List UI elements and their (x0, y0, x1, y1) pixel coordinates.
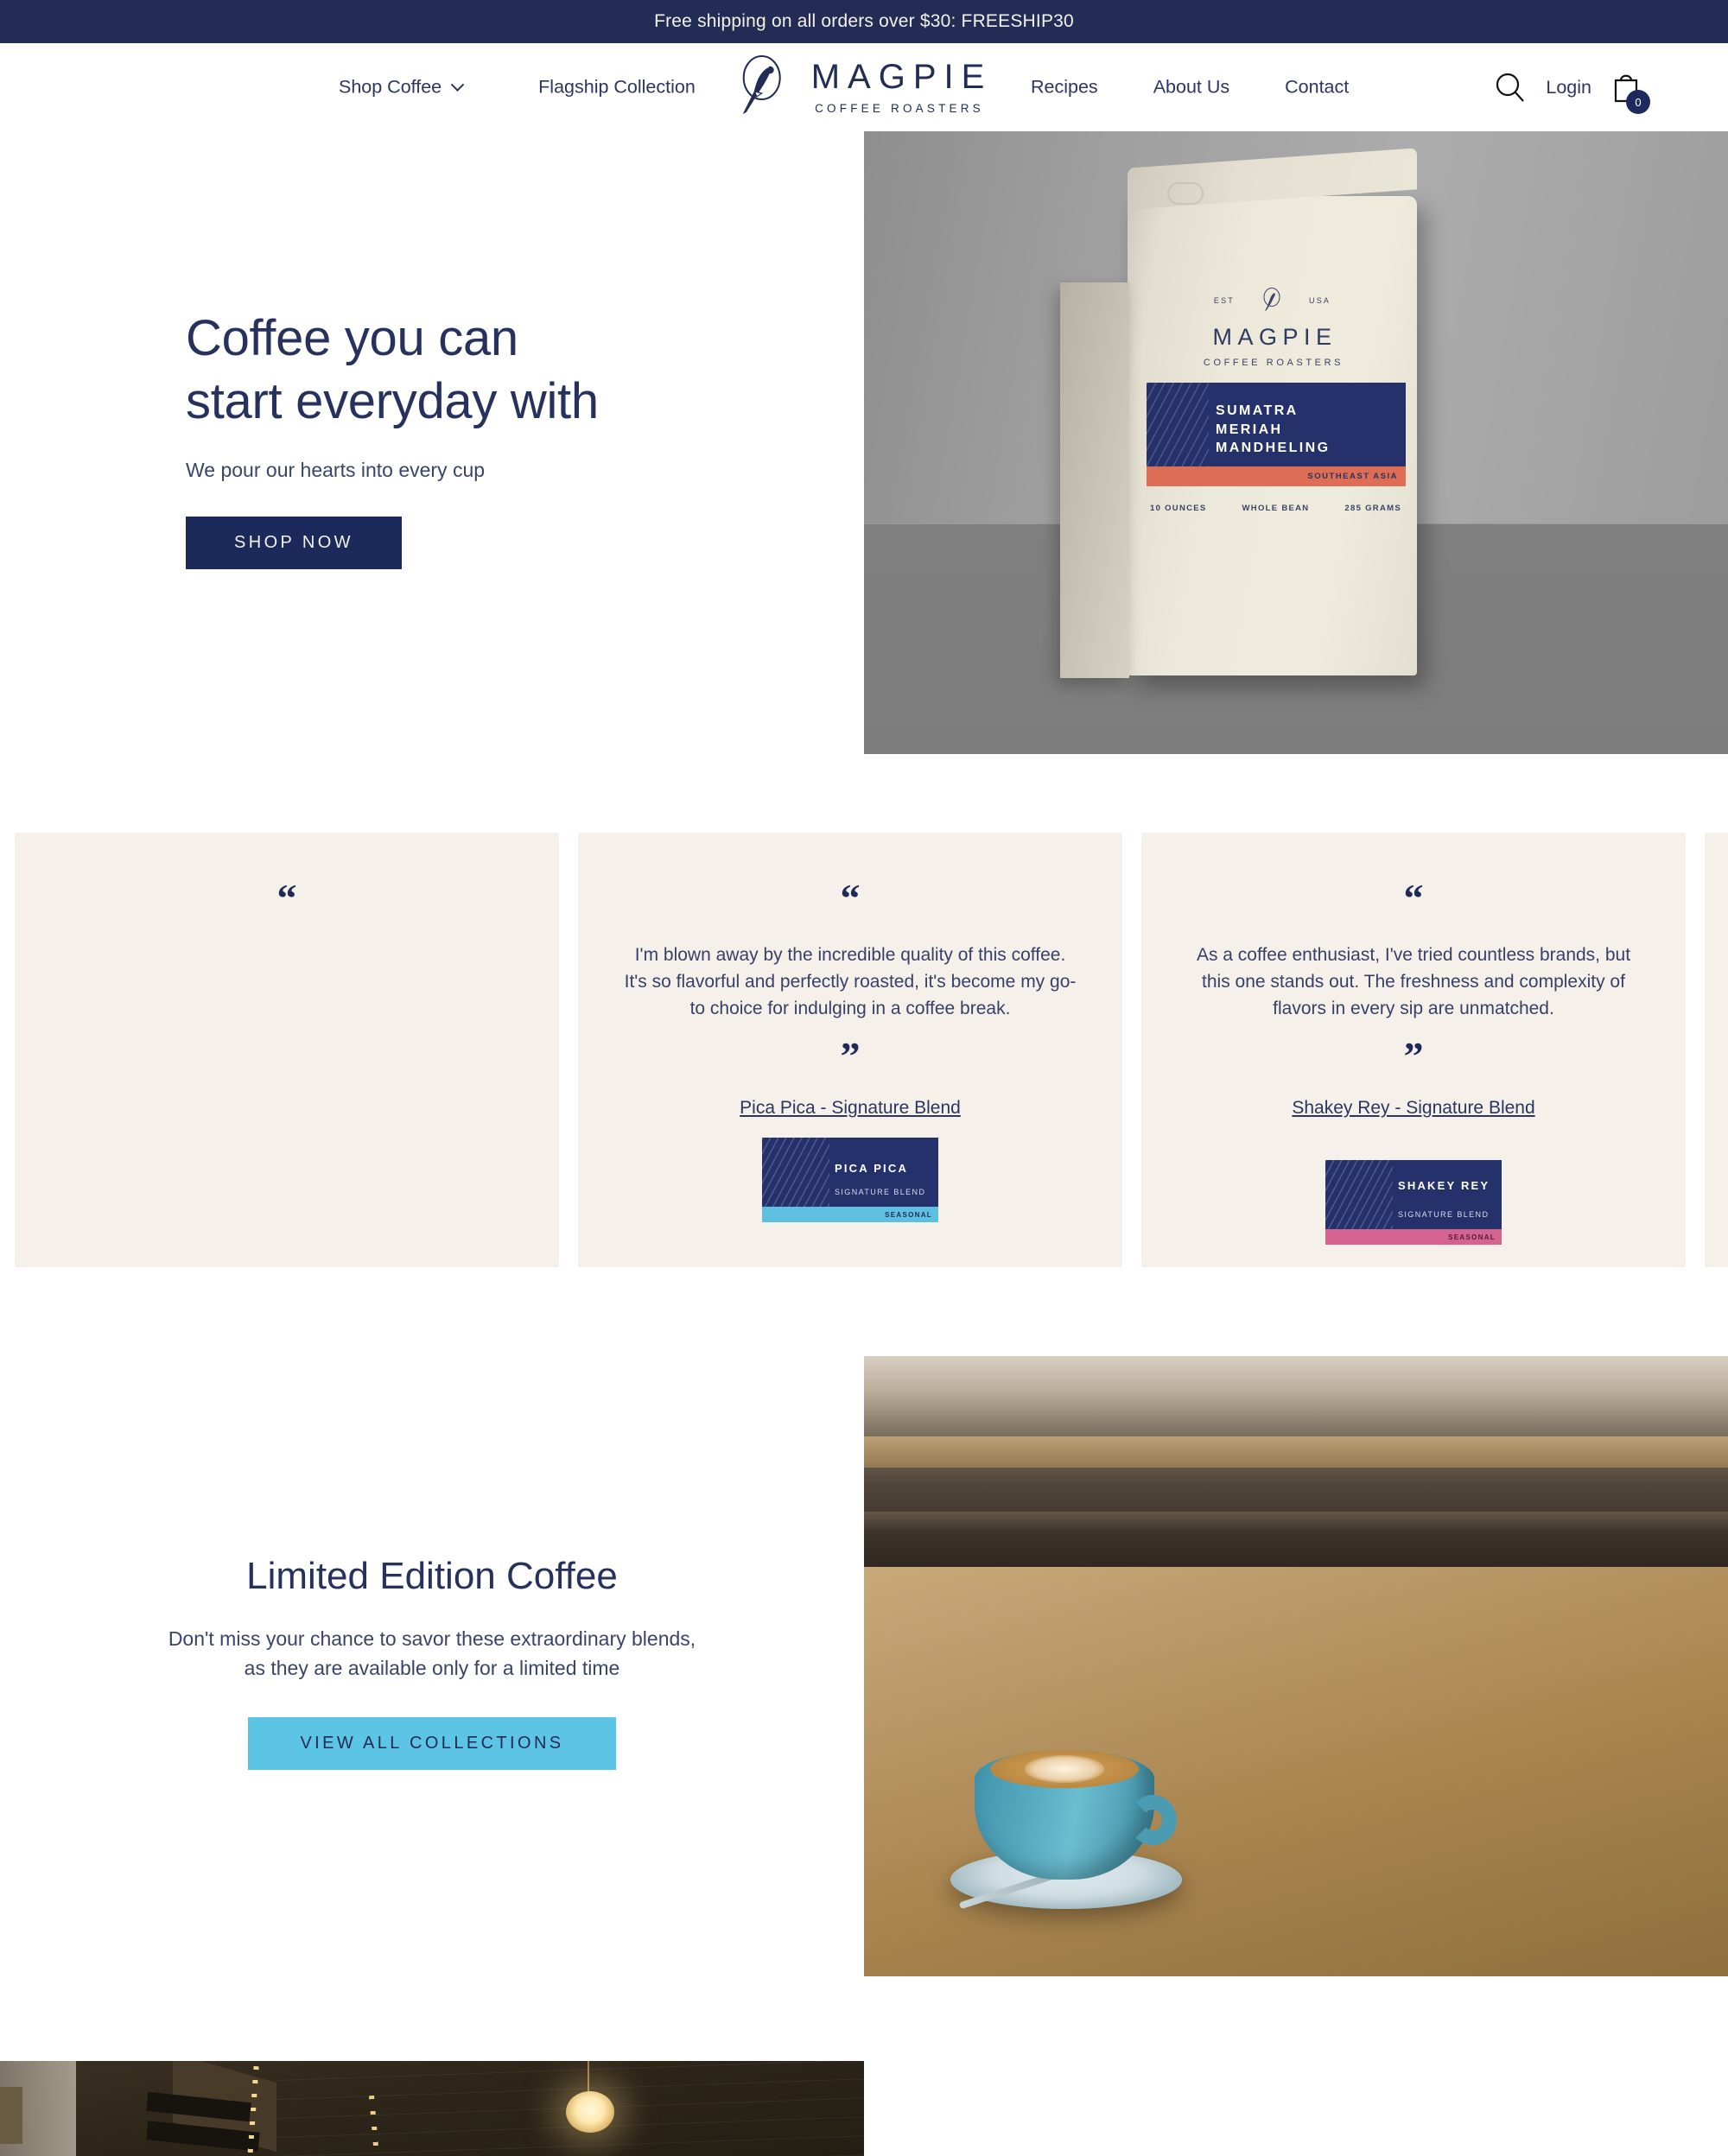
logo-subtitle: COFFEE ROASTERS (815, 102, 984, 115)
header-utilities: Login 0 (1494, 70, 1650, 114)
logo-wordmark: MAGPIE COFFEE ROASTERS (804, 60, 993, 115)
testimonial-product-link[interactable]: Pica Pica - Signature Blend (740, 1098, 961, 1119)
testimonial-quote: As a coffee enthusiast, I've tried count… (1196, 945, 1631, 1019)
primary-nav-left: Shop Coffee Flagship Collection (339, 77, 696, 98)
thumbnail-band: SEASONAL (762, 1207, 938, 1223)
coffee-bag-footer: 10 OUNCES WHOLE BEAN 285 GRAMS (1150, 504, 1401, 513)
latte-cup (950, 1724, 1182, 1910)
bag-weight-g: 285 GRAMS (1344, 504, 1401, 513)
cart-count-badge: 0 (1626, 90, 1650, 114)
nav-item-flagship-collection-label: Flagship Collection (538, 76, 696, 98)
nav-item-flagship-collection[interactable]: Flagship Collection (538, 77, 696, 98)
magpie-bird-logo-icon (742, 55, 781, 114)
quote-close-icon: ” (840, 1034, 861, 1079)
hero-copy: Coffee you can start everyday with We po… (186, 307, 791, 570)
pendant-light-bulb (566, 2091, 614, 2133)
cup-handle (1128, 1795, 1177, 1845)
search-icon[interactable] (1494, 71, 1527, 104)
coffee-bag-label: SUMATRA MERIAH MANDHELING INDONESIA SOUT… (1147, 383, 1406, 486)
coffee-bag-header: EST USA MAGPIE COFFEE ROASTERS (1128, 288, 1417, 368)
bag-name-line-3: MANDHELING (1216, 441, 1331, 456)
coffee-bag-graphic: EST USA MAGPIE COFFEE ROASTERS SUMATRA M… (1060, 148, 1417, 678)
testimonials-carousel[interactable]: “ “ I'm blown away by the incredible qua… (0, 833, 1728, 1267)
coffee-bag-side-panel (1060, 282, 1129, 678)
bag-region-label: SOUTHEAST ASIA (1307, 472, 1398, 481)
thumbnail-title: PICA PICA (835, 1162, 909, 1176)
wall-frame (0, 2087, 22, 2144)
testimonial-product-thumbnail[interactable]: PICA PICA SIGNATURE BLEND SEASONAL (762, 1138, 938, 1223)
nav-item-recipes[interactable]: Recipes (1031, 77, 1098, 98)
testimonial-card[interactable]: “ This coffee has completely transformed… (1705, 833, 1728, 1267)
coffee-bag-brand-subtitle: COFFEE ROASTERS (1203, 358, 1344, 368)
site-header: Shop Coffee Flagship Collection MAGPIE C… (0, 43, 1728, 131)
limited-edition-subtitle: Don't miss your chance to savor these ex… (168, 1627, 696, 1680)
limited-edition-section: Limited Edition Coffee Don't miss your c… (0, 1555, 864, 1771)
login-link[interactable]: Login (1546, 77, 1591, 98)
logo-name: MAGPIE (810, 58, 993, 96)
testimonial-card[interactable]: “ I'm blown away by the incredible quali… (578, 833, 1122, 1267)
nav-item-contact-label: Contact (1285, 76, 1350, 98)
bag-region-band: SOUTHEAST ASIA (1147, 466, 1406, 486)
thumbnail-subtitle: SIGNATURE BLEND (1398, 1210, 1490, 1220)
nav-item-recipes-label: Recipes (1031, 76, 1098, 98)
quote-open-icon: “ (276, 876, 297, 920)
latte-art (1025, 1755, 1104, 1783)
thumbnail-subtitle: SIGNATURE BLEND (835, 1188, 926, 1197)
thumbnail-band-label: SEASONAL (885, 1211, 932, 1220)
bag-grind: WHOLE BEAN (1242, 504, 1310, 513)
shop-now-button[interactable]: SHOP NOW (186, 517, 402, 570)
hero-subtitle: We pour our hearts into every cup (186, 459, 486, 482)
testimonial-card-partial-left[interactable]: “ (15, 833, 559, 1267)
quote-close-icon: ” (1403, 1034, 1424, 1079)
view-all-collections-button[interactable]: VIEW ALL COLLECTIONS (248, 1717, 616, 1771)
limited-edition-title: Limited Edition Coffee (246, 1555, 618, 1597)
login-label: Login (1546, 76, 1591, 98)
thumbnail-title: SHAKEY REY (1398, 1179, 1490, 1193)
cart-button[interactable]: 0 (1610, 70, 1650, 114)
hero-title-line-1: Coffee you can (186, 310, 518, 366)
coffee-bag-est-left: EST (1213, 296, 1235, 305)
nav-item-contact[interactable]: Contact (1285, 77, 1349, 98)
homepage: Free shipping on all orders over $30: FR… (0, 0, 1728, 2156)
thumbnail-band-label: SEASONAL (1448, 1233, 1496, 1242)
coffee-bag-brand: MAGPIE (1212, 324, 1337, 350)
bag-name-line-2: MERIAH (1216, 422, 1283, 437)
nav-item-shop-coffee[interactable]: Shop Coffee (339, 76, 465, 98)
thumbnail-band: SEASONAL (1325, 1229, 1502, 1246)
quote-open-icon: “ (1403, 876, 1424, 920)
primary-nav-right: Recipes About Us Contact (1031, 77, 1349, 98)
announcement-text: Free shipping on all orders over $30: FR… (654, 11, 1074, 31)
chevron-down-icon (450, 78, 465, 92)
quote-open-icon: “ (840, 876, 861, 920)
cafe-shelf-lower (864, 1511, 1728, 1531)
latte-crema (990, 1750, 1139, 1788)
coffee-bag-est-row: EST USA (1128, 288, 1417, 314)
coffee-bag-est-right: USA (1309, 296, 1331, 305)
testimonial-card[interactable]: “ As a coffee enthusiast, I've tried cou… (1141, 833, 1686, 1267)
cafe-interior-image (0, 2061, 864, 2156)
hero-title-line-2: start everyday with (186, 373, 599, 430)
cafe-shelf-upper (864, 1436, 1728, 1468)
cafe-latte-image (864, 1356, 1728, 1976)
site-logo[interactable]: MAGPIE COFFEE ROASTERS (736, 55, 993, 119)
hero-product-image: EST USA MAGPIE COFFEE ROASTERS SUMATRA M… (864, 131, 1728, 754)
announcement-bar: Free shipping on all orders over $30: FR… (0, 0, 1728, 43)
nav-item-about-us[interactable]: About Us (1153, 77, 1229, 98)
nav-item-about-us-label: About Us (1153, 76, 1230, 98)
coffee-bag-tab (1167, 182, 1204, 205)
testimonial-quote: I'm blown away by the incredible quality… (624, 945, 1077, 1019)
testimonial-product-link[interactable]: Shakey Rey - Signature Blend (1292, 1098, 1534, 1119)
bag-name-line-1: SUMATRA (1216, 403, 1299, 418)
pendant-cord (588, 2061, 589, 2094)
hero-title: Coffee you can start everyday with (186, 307, 791, 433)
nav-item-shop-coffee-label: Shop Coffee (339, 76, 442, 98)
bag-bird-icon (1263, 288, 1280, 311)
bag-weight-oz: 10 OUNCES (1150, 504, 1207, 513)
testimonial-product-thumbnail[interactable]: SHAKEY REY SIGNATURE BLEND SEASONAL (1325, 1160, 1502, 1246)
